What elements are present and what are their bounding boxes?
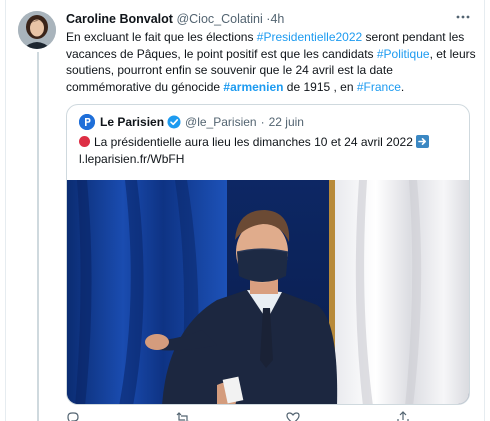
more-button[interactable] — [452, 8, 474, 26]
more-horizontal-icon — [456, 15, 470, 19]
tweet-timestamp[interactable]: 4h — [270, 12, 284, 26]
quote-timestamp[interactable]: 22 juin — [269, 114, 304, 130]
author-name[interactable]: Caroline Bonvalot — [66, 12, 173, 26]
quote-separator: · — [260, 115, 265, 129]
le-parisien-logo-icon[interactable] — [79, 114, 95, 130]
quote-photo[interactable] — [67, 180, 469, 404]
author-handle[interactable]: @Cioc_Colatini — [176, 12, 262, 26]
thread-line — [37, 52, 39, 421]
tweet-header: Caroline Bonvalot @Cioc_Colatini ·4h — [66, 11, 284, 27]
tweet-text-part: . — [400, 79, 405, 94]
tweet-actions — [66, 411, 470, 421]
like-button[interactable] — [286, 411, 300, 421]
avatar[interactable] — [18, 11, 56, 49]
tweet-text: En excluant le fait que les élections #P… — [66, 29, 476, 95]
reply-icon — [67, 412, 79, 421]
quote-author-handle[interactable]: @le_Parisien — [185, 114, 257, 130]
hashtag-armenien[interactable]: #armenien — [223, 80, 283, 94]
right-arrow-icon — [415, 135, 429, 148]
hashtag-france[interactable]: #France — [357, 80, 401, 94]
like-icon — [286, 412, 300, 421]
tweet-text-part: En excluant le fait que les élections — [66, 30, 257, 44]
reply-button[interactable] — [66, 411, 80, 421]
hashtag-presidentielle2022[interactable]: #Presidentielle2022 — [257, 30, 362, 44]
red-circle-icon — [79, 136, 90, 147]
share-icon — [397, 411, 409, 421]
quoted-tweet-card[interactable]: Le Parisien @le_Parisien · 22 juin La pr… — [66, 104, 470, 405]
quote-author-name[interactable]: Le Parisien — [100, 114, 164, 130]
verified-badge-icon — [167, 115, 181, 129]
quote-link[interactable]: l.leparisien.fr/WbFH — [79, 152, 184, 166]
quote-body: La présidentielle aura lieu les dimanche… — [94, 135, 413, 149]
quote-header: Le Parisien @le_Parisien · 22 juin — [79, 114, 304, 130]
quote-text: La présidentielle aura lieu les dimanche… — [79, 134, 459, 167]
hashtag-politique[interactable]: #Politique — [377, 47, 430, 61]
retweet-button[interactable] — [176, 411, 190, 421]
tweet-text-part: de 1915 , en — [283, 79, 357, 94]
share-button[interactable] — [396, 411, 410, 421]
retweet-icon — [176, 412, 189, 421]
